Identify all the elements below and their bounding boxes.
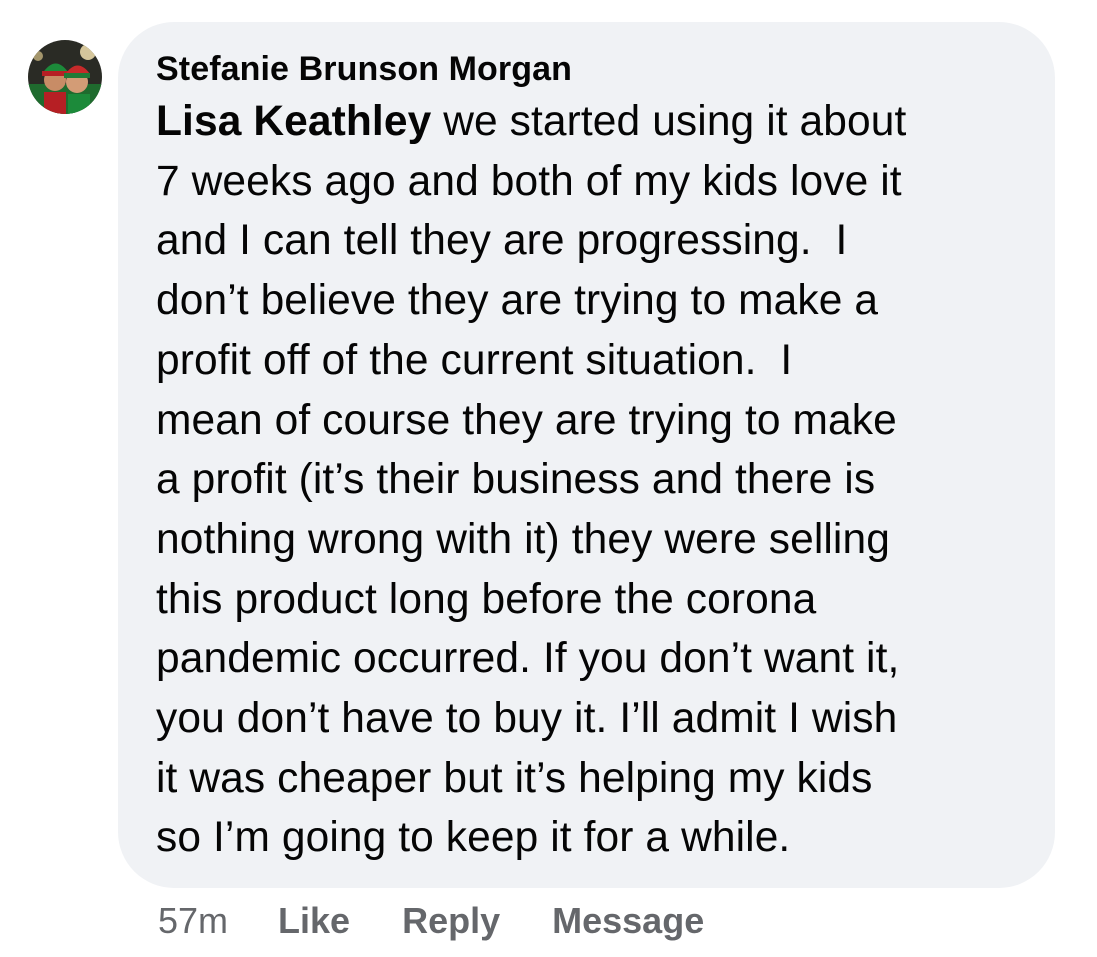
mention-link[interactable]: Lisa Keathley — [156, 98, 431, 145]
comment-line: so I’m going to keep it for a while. — [156, 814, 791, 862]
comment-line: mean of course they are trying to make — [156, 396, 897, 444]
comment-line: a profit (it’s their business and there … — [156, 456, 876, 504]
comment-bubble: Stefanie Brunson Morgan Lisa Keathley we… — [118, 22, 1055, 888]
comment-line: 7 weeks ago and both of my kids love it — [156, 157, 902, 205]
message-button[interactable]: Message — [552, 900, 704, 942]
like-button[interactable]: Like — [278, 900, 350, 942]
avatar[interactable] — [28, 40, 102, 114]
comment-line: it was cheaper but it’s helping my kids — [156, 754, 873, 802]
comment-line-rest: we started using it about — [431, 98, 907, 145]
comment-text: Lisa Keathley we started using it about … — [156, 92, 1015, 868]
comment-line: this product long before the corona — [156, 575, 817, 623]
comment-line: you don’t have to buy it. I’ll admit I w… — [156, 695, 898, 743]
comment-line: and I can tell they are progressing. I — [156, 217, 848, 265]
comment-timestamp[interactable]: 57m — [158, 900, 228, 942]
comment-line: pandemic occurred. If you don’t want it, — [156, 635, 900, 683]
avatar-photo — [28, 40, 102, 114]
reply-button[interactable]: Reply — [402, 900, 500, 942]
comment-line: don’t believe they are trying to make a — [156, 277, 879, 325]
comment-line: nothing wrong with it) they were selling — [156, 515, 890, 563]
comment-line: Lisa Keathley we started using it about — [156, 92, 1015, 152]
comment-line: profit off of the current situation. I — [156, 336, 793, 384]
comment-author[interactable]: Stefanie Brunson Morgan — [156, 48, 1015, 90]
comment-actions: 57m Like Reply Message — [158, 896, 756, 946]
